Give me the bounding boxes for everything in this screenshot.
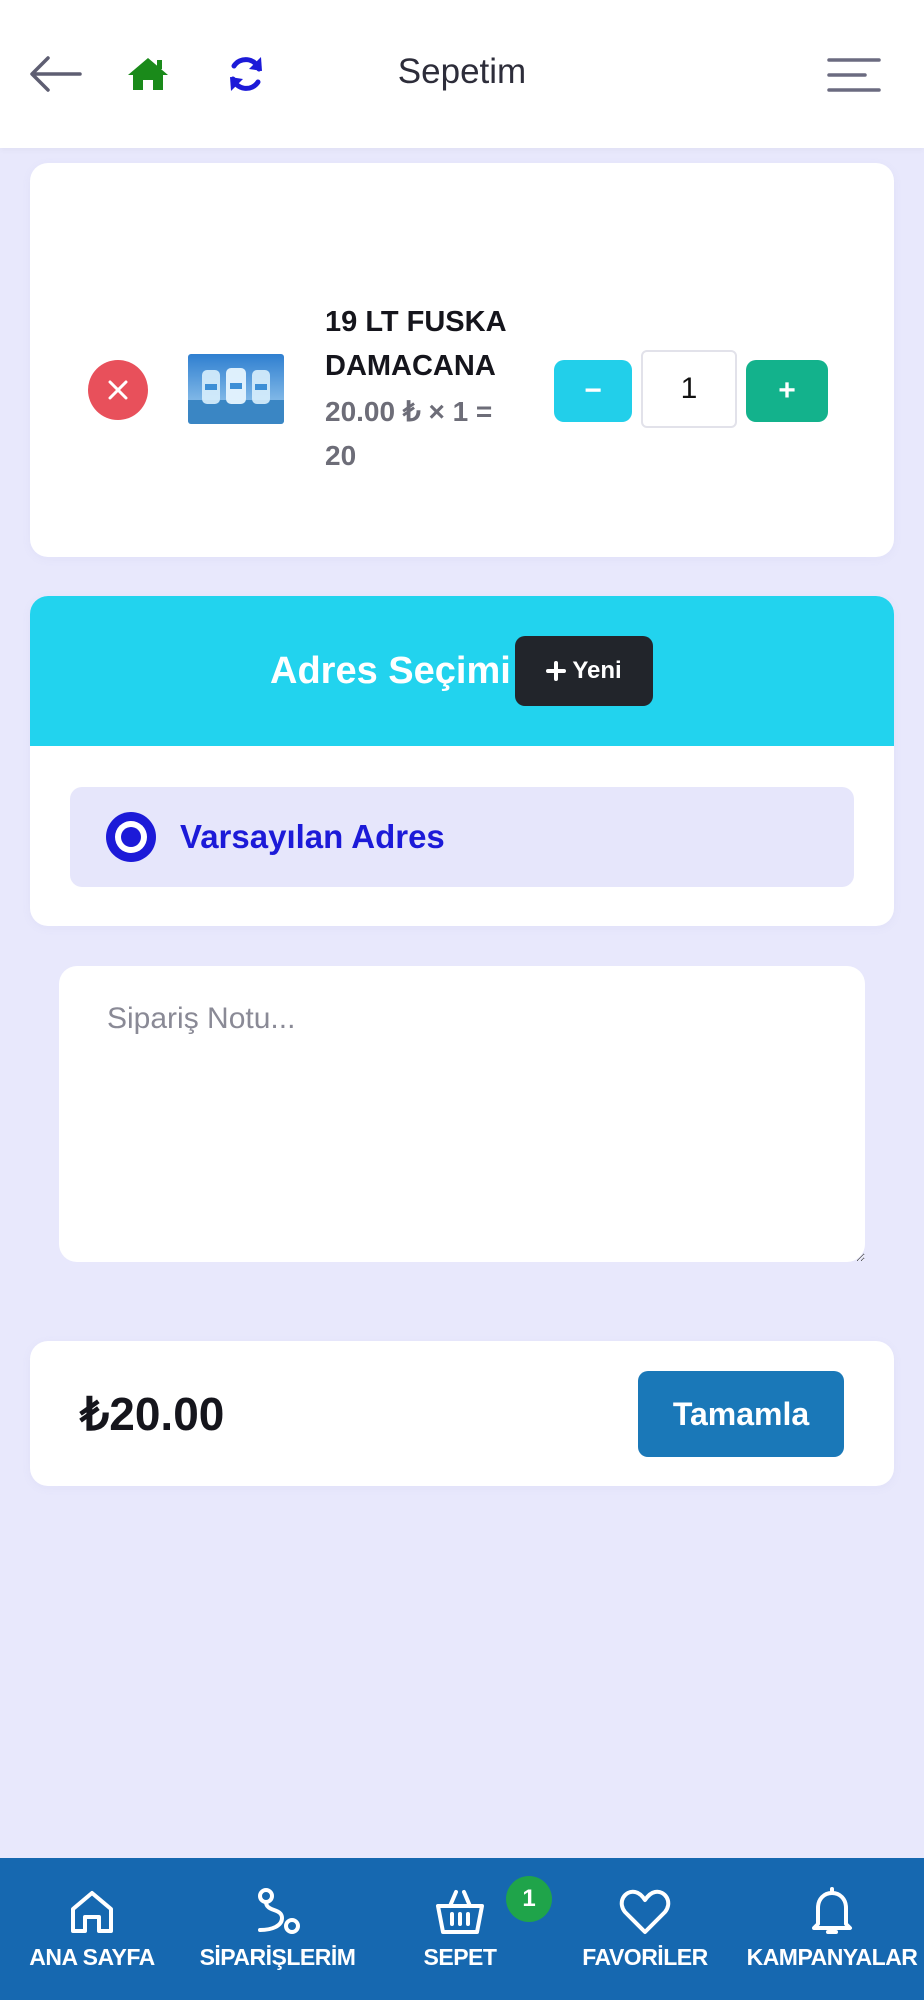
top-app-bar: Sepetim [0, 0, 924, 148]
address-option-default[interactable]: Varsayılan Adres [70, 787, 854, 887]
nav-label-campaigns: KAMPANYALAR [746, 1944, 918, 1970]
nav-item-home[interactable]: ANA SAYFA [22, 1858, 162, 2000]
decrease-quantity-button[interactable]: − [554, 360, 632, 422]
home-outline-icon [71, 1891, 113, 1933]
page-title: Sepetim [397, 52, 527, 91]
total-amount: ₺20.00 [80, 1388, 225, 1440]
nav-item-favorites[interactable]: FAVORİLER [580, 1858, 710, 2000]
total-card: ₺20.00 Tamamla [30, 1341, 894, 1486]
nav-label-orders: SİPARİŞLERİM [199, 1944, 356, 1970]
address-title: Adres Seçimi [270, 650, 511, 692]
nav-label-favorites: FAVORİLER [582, 1944, 708, 1970]
radio-selected-icon[interactable] [106, 812, 156, 862]
remove-item-button[interactable] [88, 360, 148, 420]
order-note-textarea[interactable] [59, 966, 865, 1262]
bell-icon [812, 1887, 852, 1934]
nav-label-cart: SEPET [423, 1944, 497, 1970]
menu-button[interactable] [822, 50, 886, 100]
cart-page: Sepetim 19 LT FUSKA DAMACANA 20.00 ₺ × 1… [0, 0, 924, 2000]
plus-icon [546, 661, 567, 681]
nav-label-home: ANA SAYFA [29, 1944, 155, 1970]
heart-icon [619, 1889, 671, 1934]
route-icon [257, 1888, 300, 1934]
add-address-button[interactable]: Yeni [515, 636, 653, 706]
nav-item-orders[interactable]: SİPARİŞLERİM [190, 1858, 365, 2000]
increase-quantity-button[interactable]: + [746, 360, 828, 422]
address-option-label: Varsayılan Adres [180, 818, 445, 855]
bottom-navigation: ANA SAYFA SİPARİŞLERİM SEPET FAVORİLER K… [0, 1858, 924, 2000]
product-price-line: 20.00 ₺ × 1 = 20 [325, 396, 493, 471]
complete-order-button[interactable]: Tamamla [638, 1371, 844, 1457]
cart-count-badge: 1 [506, 1876, 552, 1922]
address-header: Adres Seçimi Yeni [30, 596, 894, 746]
nav-item-cart[interactable]: SEPET [410, 1858, 510, 2000]
close-icon [108, 380, 128, 400]
nav-item-campaigns[interactable]: KAMPANYALAR [740, 1858, 924, 2000]
product-image [188, 354, 284, 424]
product-name: 19 LT FUSKA DAMACANA [325, 306, 506, 382]
address-selection-card: Adres Seçimi Yeni Varsayılan Adres [30, 596, 894, 926]
quantity-input[interactable] [641, 350, 737, 428]
menu-icon [827, 58, 881, 92]
basket-icon [436, 1890, 484, 1934]
add-address-label: Yeni [572, 657, 622, 684]
